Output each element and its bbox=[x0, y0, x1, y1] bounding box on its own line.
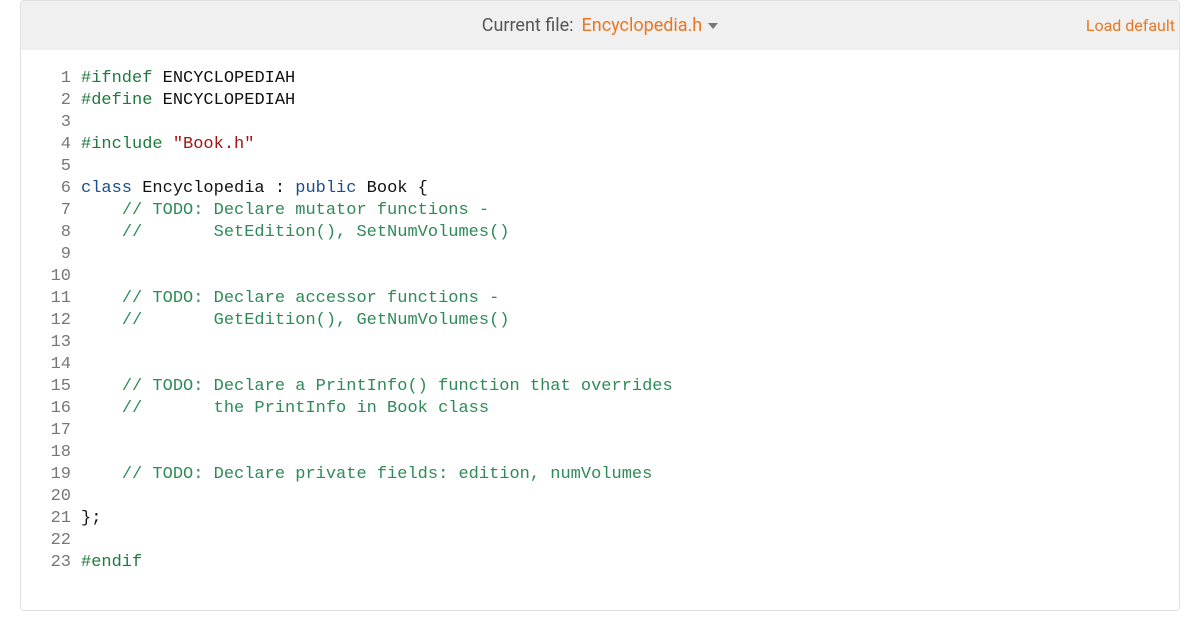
line-number-gutter: 1234567891011121314151617181920212223 bbox=[21, 68, 81, 606]
line-number: 16 bbox=[39, 398, 71, 420]
code-line[interactable]: #include "Book.h" bbox=[81, 134, 1179, 156]
editor-header: Current file: Encyclopedia.h Load defaul… bbox=[21, 1, 1179, 50]
line-number: 17 bbox=[39, 420, 71, 442]
line-number: 13 bbox=[39, 332, 71, 354]
line-number: 7 bbox=[39, 200, 71, 222]
code-editor[interactable]: 1234567891011121314151617181920212223 #i… bbox=[21, 50, 1179, 610]
code-line[interactable]: // TODO: Declare mutator functions - bbox=[81, 200, 1179, 222]
code-line[interactable] bbox=[81, 530, 1179, 552]
code-line[interactable]: // GetEdition(), GetNumVolumes() bbox=[81, 310, 1179, 332]
line-number: 15 bbox=[39, 376, 71, 398]
line-number: 12 bbox=[39, 310, 71, 332]
code-line[interactable] bbox=[81, 266, 1179, 288]
line-number: 9 bbox=[39, 244, 71, 266]
line-number: 3 bbox=[39, 112, 71, 134]
line-number: 22 bbox=[39, 530, 71, 552]
line-number: 10 bbox=[39, 266, 71, 288]
line-number: 18 bbox=[39, 442, 71, 464]
line-number: 21 bbox=[39, 508, 71, 530]
line-number: 1 bbox=[39, 68, 71, 90]
code-line[interactable] bbox=[81, 244, 1179, 266]
code-line[interactable] bbox=[81, 156, 1179, 178]
code-area[interactable]: #ifndef ENCYCLOPEDIAH#define ENCYCLOPEDI… bbox=[81, 68, 1179, 606]
code-line[interactable]: // TODO: Declare a PrintInfo() function … bbox=[81, 376, 1179, 398]
line-number: 6 bbox=[39, 178, 71, 200]
code-line[interactable]: // TODO: Declare accessor functions - bbox=[81, 288, 1179, 310]
line-number: 8 bbox=[39, 222, 71, 244]
current-file-label: Current file: bbox=[482, 15, 574, 36]
line-number: 11 bbox=[39, 288, 71, 310]
code-line[interactable] bbox=[81, 112, 1179, 134]
code-line[interactable] bbox=[81, 442, 1179, 464]
code-line[interactable]: #ifndef ENCYCLOPEDIAH bbox=[81, 68, 1179, 90]
code-line[interactable]: // SetEdition(), SetNumVolumes() bbox=[81, 222, 1179, 244]
code-line[interactable]: }; bbox=[81, 508, 1179, 530]
code-line[interactable]: #endif bbox=[81, 552, 1179, 574]
line-number: 19 bbox=[39, 464, 71, 486]
code-line[interactable] bbox=[81, 420, 1179, 442]
line-number: 20 bbox=[39, 486, 71, 508]
code-line[interactable] bbox=[81, 332, 1179, 354]
code-line[interactable]: // the PrintInfo in Book class bbox=[81, 398, 1179, 420]
chevron-down-icon bbox=[708, 23, 718, 29]
load-default-button[interactable]: Load default bbox=[1086, 16, 1179, 35]
line-number: 5 bbox=[39, 156, 71, 178]
line-number: 2 bbox=[39, 90, 71, 112]
code-line[interactable] bbox=[81, 354, 1179, 376]
editor-container: Current file: Encyclopedia.h Load defaul… bbox=[20, 0, 1180, 611]
code-line[interactable] bbox=[81, 486, 1179, 508]
code-line[interactable]: class Encyclopedia : public Book { bbox=[81, 178, 1179, 200]
file-name: Encyclopedia.h bbox=[582, 15, 703, 36]
line-number: 23 bbox=[39, 552, 71, 574]
file-dropdown[interactable]: Encyclopedia.h bbox=[582, 15, 719, 36]
code-line[interactable]: // TODO: Declare private fields: edition… bbox=[81, 464, 1179, 486]
line-number: 14 bbox=[39, 354, 71, 376]
line-number: 4 bbox=[39, 134, 71, 156]
code-line[interactable]: #define ENCYCLOPEDIAH bbox=[81, 90, 1179, 112]
